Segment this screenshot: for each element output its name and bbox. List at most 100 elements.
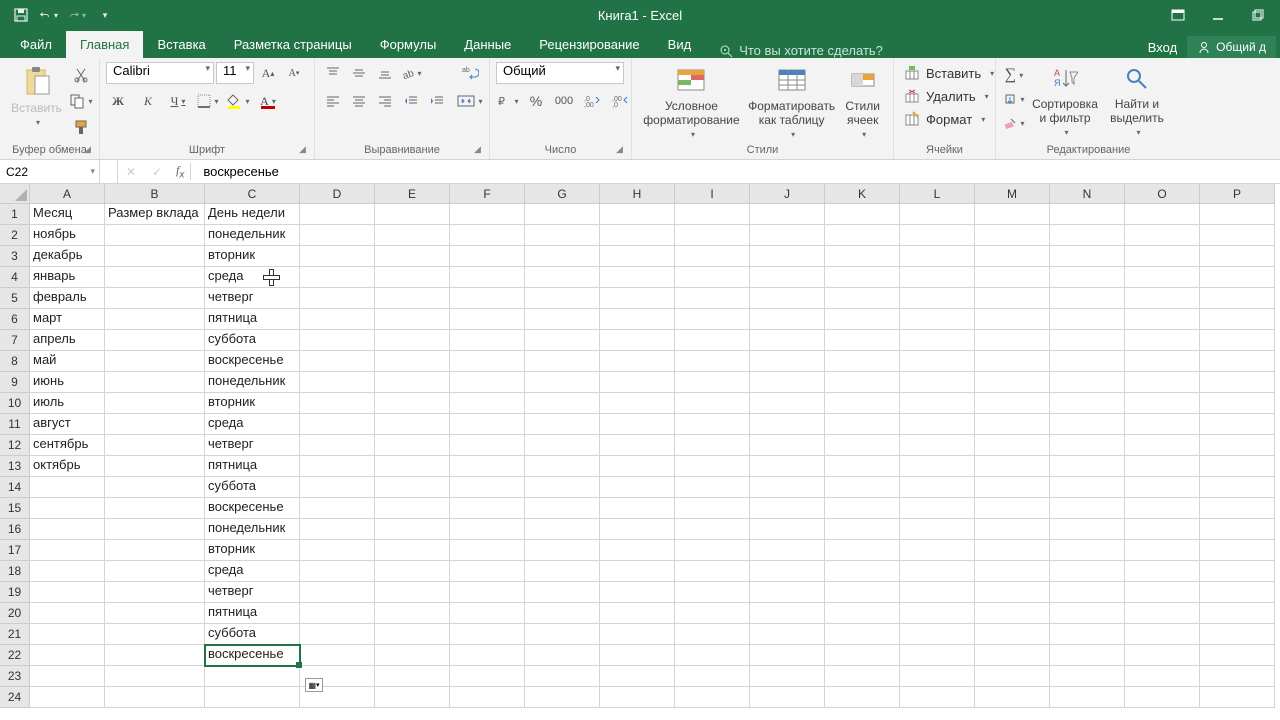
cell-L19[interactable]: [900, 582, 975, 603]
cell-J11[interactable]: [750, 414, 825, 435]
cell-P13[interactable]: [1200, 456, 1275, 477]
cell-J10[interactable]: [750, 393, 825, 414]
cell-J3[interactable]: [750, 246, 825, 267]
cell-H1[interactable]: [600, 204, 675, 225]
cell-K18[interactable]: [825, 561, 900, 582]
cell-A18[interactable]: [30, 561, 105, 582]
cell-F2[interactable]: [450, 225, 525, 246]
cell-L6[interactable]: [900, 309, 975, 330]
cell-K12[interactable]: [825, 435, 900, 456]
cell-K1[interactable]: [825, 204, 900, 225]
cell-F23[interactable]: [450, 666, 525, 687]
cell-H14[interactable]: [600, 477, 675, 498]
cell-F11[interactable]: [450, 414, 525, 435]
cell-J24[interactable]: [750, 687, 825, 708]
cell-H11[interactable]: [600, 414, 675, 435]
cell-H17[interactable]: [600, 540, 675, 561]
cell-H20[interactable]: [600, 603, 675, 624]
cell-E13[interactable]: [375, 456, 450, 477]
tab-review[interactable]: Рецензирование: [525, 31, 653, 58]
cell-L17[interactable]: [900, 540, 975, 561]
cell-N8[interactable]: [1050, 351, 1125, 372]
cell-K10[interactable]: [825, 393, 900, 414]
column-header[interactable]: P: [1200, 184, 1275, 204]
cell-J21[interactable]: [750, 624, 825, 645]
cell-P20[interactable]: [1200, 603, 1275, 624]
cell-M15[interactable]: [975, 498, 1050, 519]
formula-input[interactable]: [199, 160, 1280, 183]
cell-G1[interactable]: [525, 204, 600, 225]
cell-F9[interactable]: [450, 372, 525, 393]
cell-C22[interactable]: воскресенье: [205, 645, 300, 666]
cell-O22[interactable]: [1125, 645, 1200, 666]
cell-O7[interactable]: [1125, 330, 1200, 351]
cell-K8[interactable]: [825, 351, 900, 372]
cell-B20[interactable]: [105, 603, 205, 624]
format-as-table-button[interactable]: Форматировать как таблицу▾: [747, 62, 836, 139]
cell-E4[interactable]: [375, 267, 450, 288]
row-header[interactable]: 10: [0, 393, 30, 414]
cell-H15[interactable]: [600, 498, 675, 519]
cell-O14[interactable]: [1125, 477, 1200, 498]
cell-K6[interactable]: [825, 309, 900, 330]
cell-L15[interactable]: [900, 498, 975, 519]
cell-O24[interactable]: [1125, 687, 1200, 708]
cell-N1[interactable]: [1050, 204, 1125, 225]
row-header[interactable]: 13: [0, 456, 30, 477]
cell-O6[interactable]: [1125, 309, 1200, 330]
cell-G9[interactable]: [525, 372, 600, 393]
cell-N7[interactable]: [1050, 330, 1125, 351]
tab-formulas[interactable]: Формулы: [366, 31, 451, 58]
cell-G23[interactable]: [525, 666, 600, 687]
row-header[interactable]: 4: [0, 267, 30, 288]
cell-I13[interactable]: [675, 456, 750, 477]
cell-I7[interactable]: [675, 330, 750, 351]
font-name-select[interactable]: Calibri: [106, 62, 214, 84]
cell-M24[interactable]: [975, 687, 1050, 708]
cell-F19[interactable]: [450, 582, 525, 603]
underline-icon[interactable]: Ч▾: [166, 90, 190, 112]
tab-data[interactable]: Данные: [450, 31, 525, 58]
qat-customize-icon[interactable]: ▾: [96, 6, 114, 24]
cell-M14[interactable]: [975, 477, 1050, 498]
cell-O10[interactable]: [1125, 393, 1200, 414]
cell-M5[interactable]: [975, 288, 1050, 309]
row-header[interactable]: 11: [0, 414, 30, 435]
cell-P7[interactable]: [1200, 330, 1275, 351]
cell-A15[interactable]: [30, 498, 105, 519]
cell-H23[interactable]: [600, 666, 675, 687]
column-header[interactable]: O: [1125, 184, 1200, 204]
cell-P15[interactable]: [1200, 498, 1275, 519]
cell-F21[interactable]: [450, 624, 525, 645]
cell-O2[interactable]: [1125, 225, 1200, 246]
cell-M12[interactable]: [975, 435, 1050, 456]
italic-icon[interactable]: К: [136, 90, 160, 112]
redo-icon[interactable]: ▾: [68, 6, 86, 24]
cell-E19[interactable]: [375, 582, 450, 603]
cell-F5[interactable]: [450, 288, 525, 309]
row-header[interactable]: 21: [0, 624, 30, 645]
cell-D3[interactable]: [300, 246, 375, 267]
cell-G19[interactable]: [525, 582, 600, 603]
cell-J20[interactable]: [750, 603, 825, 624]
number-format-select[interactable]: Общий: [496, 62, 624, 84]
tell-me-search[interactable]: Что вы хотите сделать?: [719, 43, 883, 58]
cell-D5[interactable]: [300, 288, 375, 309]
account-link[interactable]: Вход: [1148, 40, 1177, 55]
cell-A16[interactable]: [30, 519, 105, 540]
cell-B4[interactable]: [105, 267, 205, 288]
copy-icon[interactable]: ▾: [69, 90, 93, 112]
cell-I2[interactable]: [675, 225, 750, 246]
cell-D22[interactable]: [300, 645, 375, 666]
cell-I14[interactable]: [675, 477, 750, 498]
cell-L23[interactable]: [900, 666, 975, 687]
column-header[interactable]: F: [450, 184, 525, 204]
cell-C17[interactable]: вторник: [205, 540, 300, 561]
cell-F18[interactable]: [450, 561, 525, 582]
cell-D10[interactable]: [300, 393, 375, 414]
cell-B14[interactable]: [105, 477, 205, 498]
cell-L1[interactable]: [900, 204, 975, 225]
cell-J5[interactable]: [750, 288, 825, 309]
cell-D8[interactable]: [300, 351, 375, 372]
cell-D17[interactable]: [300, 540, 375, 561]
